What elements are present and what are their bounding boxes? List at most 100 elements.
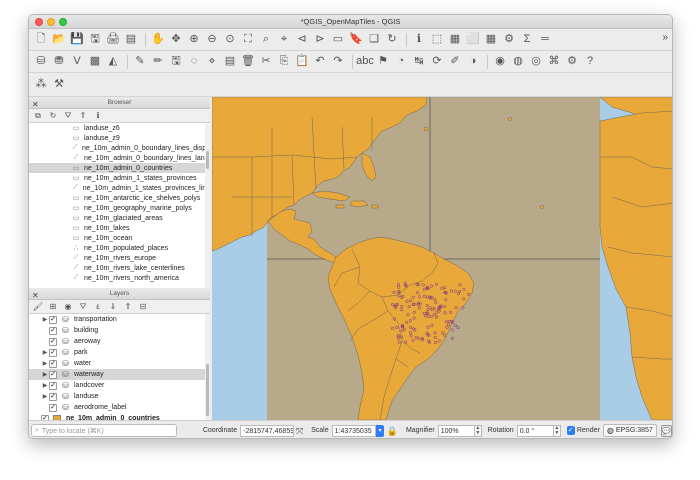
- browser-item[interactable]: ▭ ne_10m_ocean: [29, 233, 210, 243]
- map-tips-icon[interactable]: ◉: [492, 54, 508, 70]
- zoom-out-icon[interactable]: ⊖: [204, 32, 220, 48]
- rotation-spinner[interactable]: ▲ ▼: [554, 424, 561, 437]
- layer-item[interactable]: ▶ ✓ ⛁ transportation: [29, 314, 210, 325]
- layer-visibility-checkbox[interactable]: ✓: [49, 326, 57, 335]
- layer-visibility-checkbox[interactable]: ✓: [49, 337, 57, 346]
- label-tool-icon[interactable]: abc: [356, 54, 374, 70]
- toolbar-overflow-icon[interactable]: »: [662, 32, 668, 43]
- current-edits-icon[interactable]: ✎: [132, 54, 148, 70]
- properties-icon[interactable]: ℹ: [92, 110, 104, 121]
- cut-features-icon[interactable]: ✂: [258, 54, 274, 70]
- select-by-value-icon[interactable]: ▦: [447, 32, 463, 48]
- copy-features-icon[interactable]: ⎘: [276, 54, 292, 70]
- rotation-field[interactable]: 0.0 °: [516, 424, 555, 437]
- undo-icon[interactable]: ↶: [312, 54, 328, 70]
- new-geopackage-icon[interactable]: ⛃: [51, 54, 67, 70]
- layer-item[interactable]: ▶ ✓ ⛁ landuse: [29, 391, 210, 402]
- add-group-icon[interactable]: ⊞: [47, 301, 59, 312]
- remove-layer-icon[interactable]: ⊟: [137, 301, 149, 312]
- filter-legend-icon[interactable]: ⛛: [77, 301, 89, 312]
- collapse-all-icon[interactable]: ⇑: [77, 110, 89, 121]
- layer-visibility-checkbox[interactable]: ✓: [49, 381, 57, 390]
- redo-icon[interactable]: ↷: [330, 54, 346, 70]
- browser-item[interactable]: ▭ ne_10m_geography_marine_polys: [29, 203, 210, 213]
- browser-item[interactable]: ▭ ne_10m_glaciated_areas: [29, 213, 210, 223]
- layer-item[interactable]: ▶ ✓ ⛁ park: [29, 347, 210, 358]
- zoom-last-icon[interactable]: ⊲: [294, 32, 310, 48]
- layer-item[interactable]: ✓ ⛁ aeroway: [29, 336, 210, 347]
- save-as-icon[interactable]: 🖫: [87, 32, 103, 48]
- zoom-native-icon[interactable]: ⊙: [222, 32, 238, 48]
- toggle-extents-icon[interactable]: ⤧: [294, 425, 305, 437]
- browser-item[interactable]: ▭ ne_10m_admin_0_countries: [29, 163, 210, 173]
- map-canvas[interactable]: [212, 97, 673, 420]
- add-mesh-icon[interactable]: ◭: [105, 54, 121, 70]
- zoom-in-icon[interactable]: ⊕: [186, 32, 202, 48]
- expander-icon[interactable]: ▶: [41, 382, 49, 389]
- lock-scale-icon[interactable]: 🔒: [387, 425, 398, 437]
- layer-item[interactable]: ✓ ne_10m_admin_0_countries: [29, 413, 210, 420]
- browser-item[interactable]: ▭ landuse_z6: [29, 123, 210, 133]
- layer-visibility-checkbox[interactable]: ✓: [49, 348, 57, 357]
- change-label-icon[interactable]: ✐: [447, 54, 463, 70]
- layer-item[interactable]: ✓ ⛁ building: [29, 325, 210, 336]
- spatial-bookmark-icon[interactable]: 🔖: [348, 32, 364, 48]
- modify-attributes-icon[interactable]: ▤: [222, 54, 238, 70]
- browser-tree[interactable]: ▭ landuse_z6 ▭ landuse_z9 ⟋ ne_10m_admin_0_bo…: [29, 123, 210, 288]
- statistics-icon[interactable]: Σ: [519, 32, 535, 48]
- layout-manager-icon[interactable]: ▤: [123, 32, 139, 48]
- pan-to-selection-icon[interactable]: ✥: [168, 32, 184, 48]
- refresh-icon[interactable]: ↻: [384, 32, 400, 48]
- new-map-view-icon[interactable]: ▭: [330, 32, 346, 48]
- add-feature-icon[interactable]: ◌: [186, 54, 202, 70]
- zoom-next-icon[interactable]: ⊳: [312, 32, 328, 48]
- toggle-editing-icon[interactable]: ✏: [150, 54, 166, 70]
- move-label-icon[interactable]: ↹: [411, 54, 427, 70]
- scale-dropdown-button[interactable]: ▾: [376, 424, 384, 437]
- manage-themes-icon[interactable]: ◉: [62, 301, 74, 312]
- browser-item[interactable]: ▭ ne_10m_antarctic_ice_shelves_polys: [29, 193, 210, 203]
- pan-icon[interactable]: ✋: [150, 32, 166, 48]
- layer-visibility-checkbox[interactable]: ✓: [49, 359, 57, 368]
- save-project-icon[interactable]: 💾: [69, 32, 85, 48]
- magnifier-spinner[interactable]: ▲ ▼: [475, 424, 482, 437]
- browser-item[interactable]: ⟋ ne_10m_rivers_europe: [29, 253, 210, 263]
- field-calculator-icon[interactable]: ⚙: [501, 32, 517, 48]
- coordinate-field[interactable]: -2815747,468597: [240, 424, 295, 437]
- layer-visibility-checkbox[interactable]: ✓: [49, 403, 57, 412]
- save-edits-icon[interactable]: 🖫: [168, 54, 184, 70]
- add-raster-icon[interactable]: ▩: [87, 54, 103, 70]
- open-styling-icon[interactable]: 🖌: [32, 301, 44, 312]
- expand-all-icon[interactable]: ⇓: [107, 301, 119, 312]
- select-features-icon[interactable]: ⬚: [429, 32, 445, 48]
- measure-icon[interactable]: ═: [537, 32, 553, 48]
- zoom-layer-icon[interactable]: ⌖: [276, 32, 292, 48]
- wfs-icon[interactable]: ◎: [528, 54, 544, 70]
- print-layout-icon[interactable]: 🖨: [105, 32, 121, 48]
- delete-selected-icon[interactable]: 🗑: [240, 54, 256, 70]
- layer-visibility-checkbox[interactable]: ✓: [49, 392, 57, 401]
- layer-item[interactable]: ▶ ✓ ⛁ water: [29, 358, 210, 369]
- layer-visibility-checkbox[interactable]: ✓: [49, 315, 57, 324]
- pin-labels-icon[interactable]: ⚑: [375, 54, 391, 70]
- deselect-icon[interactable]: ⬜: [465, 32, 481, 48]
- map-svg[interactable]: [212, 97, 673, 420]
- add-vector-icon[interactable]: V: [69, 54, 85, 70]
- data-source-manager-icon[interactable]: ⛁: [33, 54, 49, 70]
- expander-icon[interactable]: ▶: [41, 316, 49, 323]
- expander-icon[interactable]: ▶: [41, 371, 49, 378]
- plugin-grid-icon[interactable]: ⁂: [33, 77, 49, 93]
- show-bookmarks-icon[interactable]: ❏: [366, 32, 382, 48]
- magnifier-field[interactable]: 100%: [437, 424, 476, 437]
- paste-features-icon[interactable]: 📋: [294, 54, 310, 70]
- zoom-full-icon[interactable]: ⛶: [240, 32, 256, 48]
- expander-icon[interactable]: ▶: [41, 393, 49, 400]
- help-icon[interactable]: ?: [582, 54, 598, 70]
- layer-visibility-checkbox[interactable]: ✓: [49, 370, 57, 379]
- messages-icon[interactable]: 💬: [660, 424, 672, 437]
- layer-item[interactable]: ✓ ⛁ aerodrome_label: [29, 402, 210, 413]
- layer-item[interactable]: ▶ ✓ ⛁ landcover: [29, 380, 210, 391]
- browser-scroll-thumb[interactable]: [206, 151, 209, 169]
- browser-item[interactable]: ▭ ne_10m_lakes: [29, 223, 210, 233]
- browser-item[interactable]: ▭ ne_10m_admin_1_states_provinces: [29, 173, 210, 183]
